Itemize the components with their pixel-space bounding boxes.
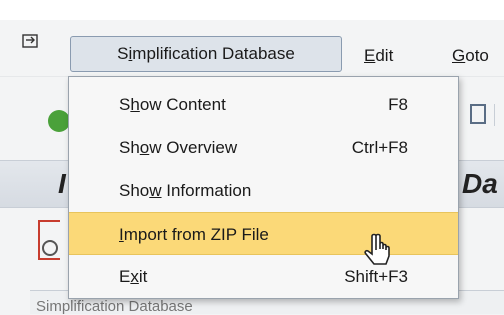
menu-item-shortcut: Ctrl+F8 [351, 138, 408, 157]
menu-item-label: Show Content [119, 95, 226, 114]
menu-item-label: Show Overview [119, 138, 238, 157]
menu-edit[interactable]: Edit [364, 46, 393, 66]
page-title-fragment-right: Da [462, 168, 498, 199]
content-label: Simplification Database [36, 298, 193, 315]
clock-icon[interactable] [42, 240, 58, 256]
menu-item-show-information[interactable]: Show Information [69, 169, 458, 212]
toolbar-separator [494, 104, 495, 126]
dropdown-menu: Show Content F8 Show Overview Ctrl+F8 Sh… [68, 76, 459, 299]
system-menu-icon[interactable] [22, 34, 40, 50]
menu-item-label: Import from ZIP File [119, 225, 269, 244]
menu-item-label: Show Information [119, 181, 252, 200]
mouse-pointer-hand-icon [364, 233, 390, 265]
menu-goto[interactable]: Goto [452, 46, 489, 66]
window-top-strip [0, 0, 504, 20]
menu-item-show-overview[interactable]: Show Overview Ctrl+F8 [69, 126, 458, 169]
menu-item-label: Exit [119, 267, 148, 286]
menu-simplification-database[interactable]: Simplification Database [70, 36, 342, 72]
save-icon[interactable] [470, 104, 486, 124]
menu-item-show-content[interactable]: Show Content F8 [69, 83, 458, 126]
page-title-fragment-left: I [58, 168, 66, 199]
ok-check-icon[interactable] [48, 110, 70, 132]
menu-item-import-zip[interactable]: Import from ZIP File [69, 212, 458, 255]
menu-item-shortcut: F8 [388, 95, 408, 114]
menu-item-exit[interactable]: Exit Shift+F3 [69, 255, 458, 298]
